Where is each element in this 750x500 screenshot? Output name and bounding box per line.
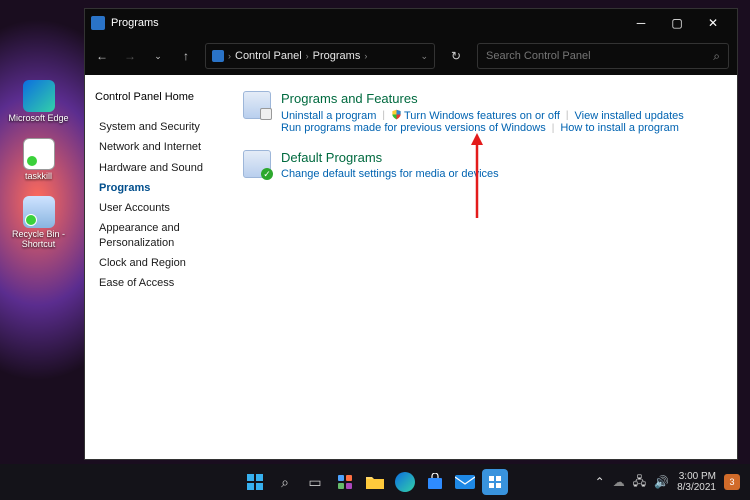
desktop-icon-label: Recycle Bin - Shortcut bbox=[6, 230, 71, 250]
widgets-button[interactable] bbox=[332, 469, 358, 495]
sidebar-item-appearance[interactable]: Appearance and Personalization bbox=[95, 218, 215, 253]
onedrive-icon[interactable]: ☁ bbox=[613, 475, 625, 489]
breadcrumb-item[interactable]: Programs bbox=[313, 50, 361, 62]
separator: | bbox=[566, 110, 569, 121]
search-icon[interactable]: ⌕ bbox=[713, 49, 720, 64]
notifications-button[interactable]: 3 bbox=[724, 474, 740, 490]
address-dropdown[interactable]: ⌄ bbox=[420, 51, 428, 62]
taskbar-center: ⌕ ▭ bbox=[242, 469, 508, 495]
minimize-button[interactable]: ─ bbox=[623, 9, 659, 37]
link-compat-programs[interactable]: Run programs made for previous versions … bbox=[281, 122, 546, 134]
sidebar: Control Panel Home System and Security N… bbox=[85, 75, 225, 459]
section-heading[interactable]: Programs and Features bbox=[281, 91, 719, 106]
link-windows-features[interactable]: Turn Windows features on or off bbox=[391, 109, 560, 122]
watermark: 系统之家 bbox=[608, 425, 732, 455]
maximize-button[interactable]: ▢ bbox=[659, 9, 695, 37]
taskbar-store[interactable] bbox=[422, 469, 448, 495]
toolbar: ← → ⌄ ↑ › Control Panel › Programs › ⌄ ↻… bbox=[85, 37, 737, 75]
chevron-right-icon: › bbox=[228, 51, 231, 61]
desktop-icon-taskkill[interactable]: taskkill bbox=[6, 138, 71, 182]
breadcrumb-item[interactable]: Control Panel bbox=[235, 50, 302, 62]
taskbar-settings[interactable] bbox=[482, 469, 508, 495]
recycle-bin-icon bbox=[23, 196, 55, 228]
annotation-arrow-icon bbox=[467, 133, 487, 223]
tray-date: 8/3/2021 bbox=[677, 482, 716, 493]
section-heading[interactable]: Default Programs bbox=[281, 150, 719, 165]
uac-shield-icon bbox=[391, 109, 402, 120]
sidebar-item-ease-of-access[interactable]: Ease of Access bbox=[95, 273, 215, 293]
link-how-install[interactable]: How to install a program bbox=[560, 122, 679, 134]
edge-icon bbox=[23, 80, 55, 112]
tray-time: 3:00 PM bbox=[677, 471, 716, 482]
taskbar-edge[interactable] bbox=[392, 469, 418, 495]
close-button[interactable]: ✕ bbox=[695, 9, 731, 37]
taskbar[interactable]: ⌕ ▭ ⌃ ☁ 🖧 🔊 3:00 PM 8/3/2021 3 bbox=[0, 464, 750, 500]
up-button[interactable]: ↑ bbox=[177, 49, 195, 63]
default-programs-icon bbox=[243, 150, 271, 178]
programs-features-icon bbox=[243, 91, 271, 119]
sidebar-item-user-accounts[interactable]: User Accounts bbox=[95, 198, 215, 218]
sidebar-item-hardware[interactable]: Hardware and Sound bbox=[95, 158, 215, 178]
tray-chevron-icon[interactable]: ⌃ bbox=[595, 475, 605, 489]
taskbar-mail[interactable] bbox=[452, 469, 478, 495]
taskbar-clock[interactable]: 3:00 PM 8/3/2021 bbox=[677, 471, 716, 493]
search-button[interactable]: ⌕ bbox=[272, 469, 298, 495]
window-title: Programs bbox=[111, 17, 623, 29]
desktop-icon-label: Microsoft Edge bbox=[8, 114, 68, 124]
sidebar-home[interactable]: Control Panel Home bbox=[95, 91, 215, 103]
back-button[interactable]: ← bbox=[93, 49, 111, 63]
link-installed-updates[interactable]: View installed updates bbox=[575, 110, 684, 122]
sidebar-item-clock-region[interactable]: Clock and Region bbox=[95, 253, 215, 273]
section-programs-features: Programs and Features Uninstall a progra… bbox=[243, 91, 719, 134]
network-icon[interactable]: 🖧 bbox=[633, 472, 646, 493]
separator: | bbox=[552, 123, 555, 134]
taskbar-explorer[interactable] bbox=[362, 469, 388, 495]
desktop-icons: Microsoft Edge taskkill Recycle Bin - Sh… bbox=[6, 80, 71, 250]
address-bar[interactable]: › Control Panel › Programs › ⌄ bbox=[205, 43, 435, 69]
start-button[interactable] bbox=[242, 469, 268, 495]
separator: | bbox=[382, 110, 385, 121]
link-uninstall-program[interactable]: Uninstall a program bbox=[281, 110, 376, 122]
desktop-icon-recycle-bin[interactable]: Recycle Bin - Shortcut bbox=[6, 196, 71, 250]
task-view-button[interactable]: ▭ bbox=[302, 469, 328, 495]
desktop-icon-label: taskkill bbox=[25, 172, 52, 182]
file-icon bbox=[23, 138, 55, 170]
control-panel-icon bbox=[212, 50, 224, 62]
content-area: Control Panel Home System and Security N… bbox=[85, 75, 737, 459]
system-tray: ⌃ ☁ 🖧 🔊 3:00 PM 8/3/2021 3 bbox=[595, 471, 740, 493]
search-input[interactable] bbox=[486, 50, 707, 62]
refresh-button[interactable]: ↻ bbox=[445, 49, 467, 63]
chevron-right-icon: › bbox=[306, 51, 309, 61]
control-panel-window: Programs ─ ▢ ✕ ← → ⌄ ↑ › Control Panel ›… bbox=[84, 8, 738, 460]
volume-icon[interactable]: 🔊 bbox=[654, 475, 669, 489]
main-panel: Programs and Features Uninstall a progra… bbox=[225, 75, 737, 459]
chevron-right-icon: › bbox=[364, 51, 367, 61]
window-icon bbox=[91, 16, 105, 30]
sidebar-item-system-security[interactable]: System and Security bbox=[95, 117, 215, 137]
desktop-icon-edge[interactable]: Microsoft Edge bbox=[6, 80, 71, 124]
forward-button[interactable]: → bbox=[121, 49, 139, 63]
titlebar[interactable]: Programs ─ ▢ ✕ bbox=[85, 9, 737, 37]
sidebar-item-network[interactable]: Network and Internet bbox=[95, 137, 215, 157]
recent-locations-button[interactable]: ⌄ bbox=[149, 51, 167, 62]
search-box[interactable]: ⌕ bbox=[477, 43, 729, 69]
sidebar-item-programs[interactable]: Programs bbox=[95, 178, 215, 198]
